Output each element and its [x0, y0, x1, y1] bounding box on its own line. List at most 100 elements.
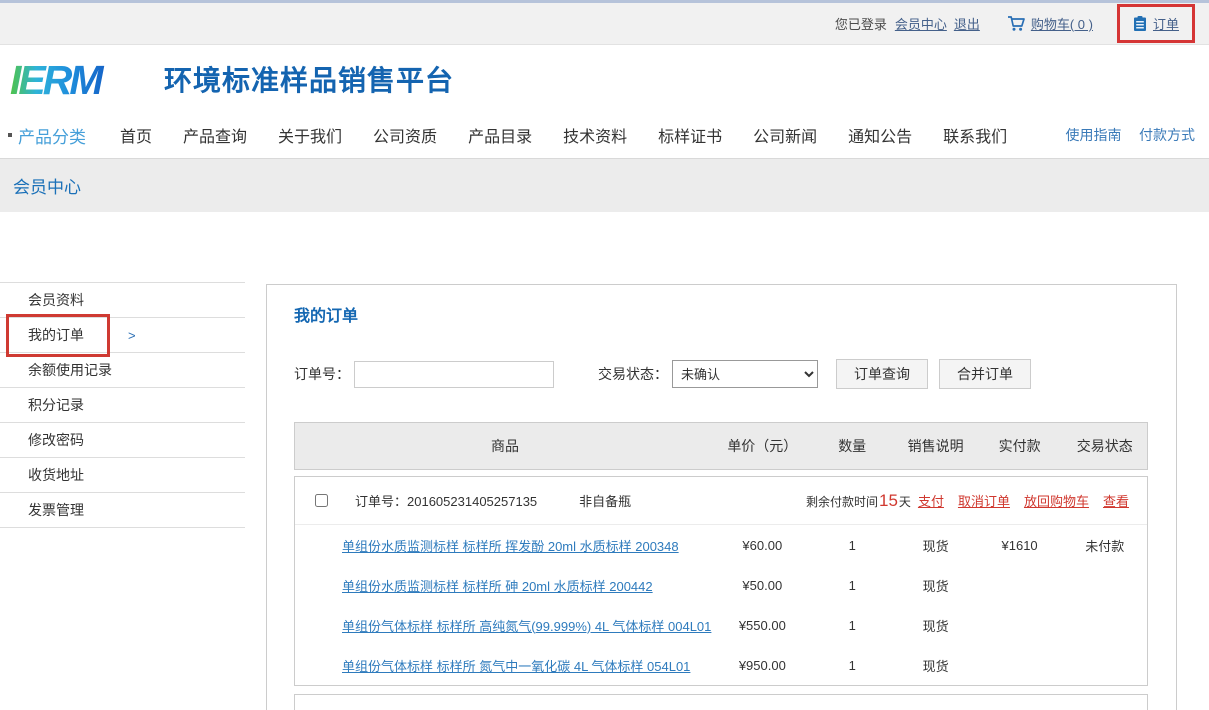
member-center-link[interactable]: 会员中心	[895, 14, 947, 33]
nav-item[interactable]: 通知公告	[848, 123, 912, 147]
orders-link-label: 订单	[1153, 14, 1179, 33]
sidebar-item[interactable]: 积分记录	[0, 388, 245, 423]
sidebar-item-label: 发票管理	[28, 502, 84, 518]
cart-icon	[1006, 15, 1026, 32]
order-header-row: 订单号：201605231405257135 非自备瓶 剩余付款时间15天 支付…	[295, 477, 1147, 525]
order-checkbox[interactable]	[315, 494, 328, 507]
item-price: ¥550.00	[715, 618, 810, 633]
status-select[interactable]: 未确认	[672, 360, 818, 388]
column-header: 交易状态	[1063, 436, 1147, 456]
order-group: 订单号：201605171217098691 非自备瓶 查看	[294, 694, 1148, 710]
logout-link[interactable]: 退出	[954, 14, 980, 33]
sidebar-item-label: 收货地址	[28, 467, 84, 483]
nav-item[interactable]: 产品目录	[468, 123, 532, 147]
page: 您已登录 会员中心 退出 购物车( 0 ) 订单	[0, 0, 1209, 710]
nav-help-link[interactable]: 付款方式	[1139, 127, 1195, 143]
nav-item[interactable]: 标样证书	[658, 123, 722, 147]
item-qty: 1	[810, 618, 895, 633]
sidebar-item-label: 修改密码	[28, 432, 84, 448]
status-label: 交易状态：	[598, 364, 668, 384]
query-order-button[interactable]: 订单查询	[836, 359, 928, 389]
order-item-row: 单组份水质监测标样 标样所 挥发酚 20ml 水质标样 200348 ¥60.0…	[295, 525, 1147, 565]
order-action-link[interactable]: 取消订单	[958, 491, 1010, 510]
item-qty: 1	[810, 658, 895, 673]
column-header: 实付款	[977, 436, 1063, 456]
nav-category-label: 产品分类	[18, 123, 86, 148]
breadcrumb-band: 会员中心	[0, 158, 1209, 212]
order-no-label: 订单号：	[294, 364, 350, 384]
remaining-payment-time: 剩余付款时间15天	[806, 491, 911, 511]
logo-text: IERM	[10, 57, 104, 103]
content: 会员资料 我的订单 > 余额使用记录 积分记录	[0, 212, 1209, 709]
item-sales-note: 现货	[895, 576, 977, 595]
order-action-link[interactable]: 支付	[918, 491, 944, 510]
nav-item[interactable]: 首页	[120, 123, 152, 147]
product-link[interactable]: 单组份水质监测标样 标样所 砷 20ml 水质标样 200442	[342, 579, 653, 594]
orders-panel: 我的订单 订单号： 交易状态： 未确认 订单查询 合并订单 商品 单价（元） 数…	[266, 284, 1177, 710]
nav-item[interactable]: 产品查询	[183, 123, 247, 147]
page-title: 我的订单	[294, 302, 1148, 326]
breadcrumb: 会员中心	[13, 173, 81, 198]
cart-link[interactable]: 购物车( 0 )	[1006, 14, 1093, 33]
cart-link-label: 购物车( 0 )	[1031, 14, 1093, 33]
order-group: 订单号：201605231405257135 非自备瓶 剩余付款时间15天 支付…	[294, 476, 1148, 686]
order-header-row: 订单号：201605171217098691 非自备瓶 查看	[295, 695, 1147, 710]
ierm-logo: IERM	[10, 55, 150, 103]
item-qty: 1	[810, 538, 895, 553]
nav-item[interactable]: 公司资质	[373, 123, 437, 147]
order-item-row: 单组份气体标样 标样所 氮气中一氧化碳 4L 气体标样 054L01 ¥950.…	[295, 645, 1147, 685]
sidebar: 会员资料 我的订单 > 余额使用记录 积分记录	[0, 282, 245, 528]
column-header: 销售说明	[895, 436, 977, 456]
sidebar-item[interactable]: 发票管理	[0, 493, 245, 528]
order-item-row: 单组份水质监测标样 标样所 砷 20ml 水质标样 200442 ¥50.00 …	[295, 565, 1147, 605]
site-header: IERM 环境标准样品销售平台	[0, 45, 1209, 112]
column-header: 商品	[295, 436, 715, 456]
item-status: 未付款	[1063, 536, 1147, 555]
sidebar-item[interactable]: 余额使用记录	[0, 353, 245, 388]
nav-help-link[interactable]: 使用指南	[1066, 127, 1122, 143]
order-no-input[interactable]	[354, 361, 554, 388]
order-search-form: 订单号： 交易状态： 未确认 订单查询 合并订单	[294, 359, 1148, 389]
item-sales-note: 现货	[895, 536, 977, 555]
sidebar-item-label: 积分记录	[28, 397, 84, 413]
item-sales-note: 现货	[895, 656, 977, 675]
nav-item[interactable]: 关于我们	[278, 123, 342, 147]
nav-item[interactable]: 联系我们	[943, 123, 1007, 147]
main-nav: 产品分类 首页 产品查询 关于我们 公司资质 产品目录 技术资料 标样证书 公司…	[0, 112, 1209, 158]
product-link[interactable]: 单组份水质监测标样 标样所 挥发酚 20ml 水质标样 200348	[342, 539, 679, 554]
item-qty: 1	[810, 578, 895, 593]
bottle-note: 非自备瓶	[579, 491, 631, 510]
order-action-link[interactable]: 放回购物车	[1024, 491, 1089, 510]
order-actions: 剩余付款时间15天 支付 取消订单 放回购物车 查看	[806, 491, 1147, 511]
nav-right-links: 使用指南 付款方式	[1053, 125, 1195, 145]
product-link[interactable]: 单组份气体标样 标样所 高纯氮气(99.999%) 4L 气体标样 004L01	[342, 619, 711, 634]
sidebar-item[interactable]: 会员资料	[0, 283, 245, 318]
sidebar-item-label: 余额使用记录	[28, 362, 112, 378]
order-action-link[interactable]: 查看	[1103, 491, 1129, 510]
column-header: 数量	[810, 436, 895, 456]
orders-link[interactable]: 订单	[1117, 4, 1195, 43]
bullet-icon	[8, 133, 12, 137]
sidebar-item[interactable]: 收货地址	[0, 458, 245, 493]
merge-order-button[interactable]: 合并订单	[939, 359, 1031, 389]
orders-table-header: 商品 单价（元） 数量 销售说明 实付款 交易状态	[294, 422, 1148, 470]
order-list-icon	[1133, 16, 1147, 32]
login-status: 您已登录	[835, 14, 887, 33]
sidebar-item[interactable]: 我的订单 >	[0, 318, 245, 353]
nav-item[interactable]: 公司新闻	[753, 123, 817, 147]
product-link[interactable]: 单组份气体标样 标样所 氮气中一氧化碳 4L 气体标样 054L01	[342, 659, 690, 674]
nav-item[interactable]: 技术资料	[563, 123, 627, 147]
item-paid: ¥1610	[977, 538, 1063, 553]
item-price: ¥50.00	[715, 578, 810, 593]
sidebar-item[interactable]: 修改密码	[0, 423, 245, 458]
order-number: 订单号：201605231405257135	[355, 491, 537, 510]
nav-category-button[interactable]: 产品分类	[8, 123, 86, 148]
column-header: 单价（元）	[715, 436, 810, 456]
chevron-right-icon: >	[128, 318, 136, 353]
site-title: 环境标准样品销售平台	[164, 59, 454, 99]
item-price: ¥950.00	[715, 658, 810, 673]
item-price: ¥60.00	[715, 538, 810, 553]
sidebar-item-label: 我的订单	[28, 327, 84, 343]
topbar: 您已登录 会员中心 退出 购物车( 0 ) 订单	[0, 0, 1209, 45]
item-sales-note: 现货	[895, 616, 977, 635]
